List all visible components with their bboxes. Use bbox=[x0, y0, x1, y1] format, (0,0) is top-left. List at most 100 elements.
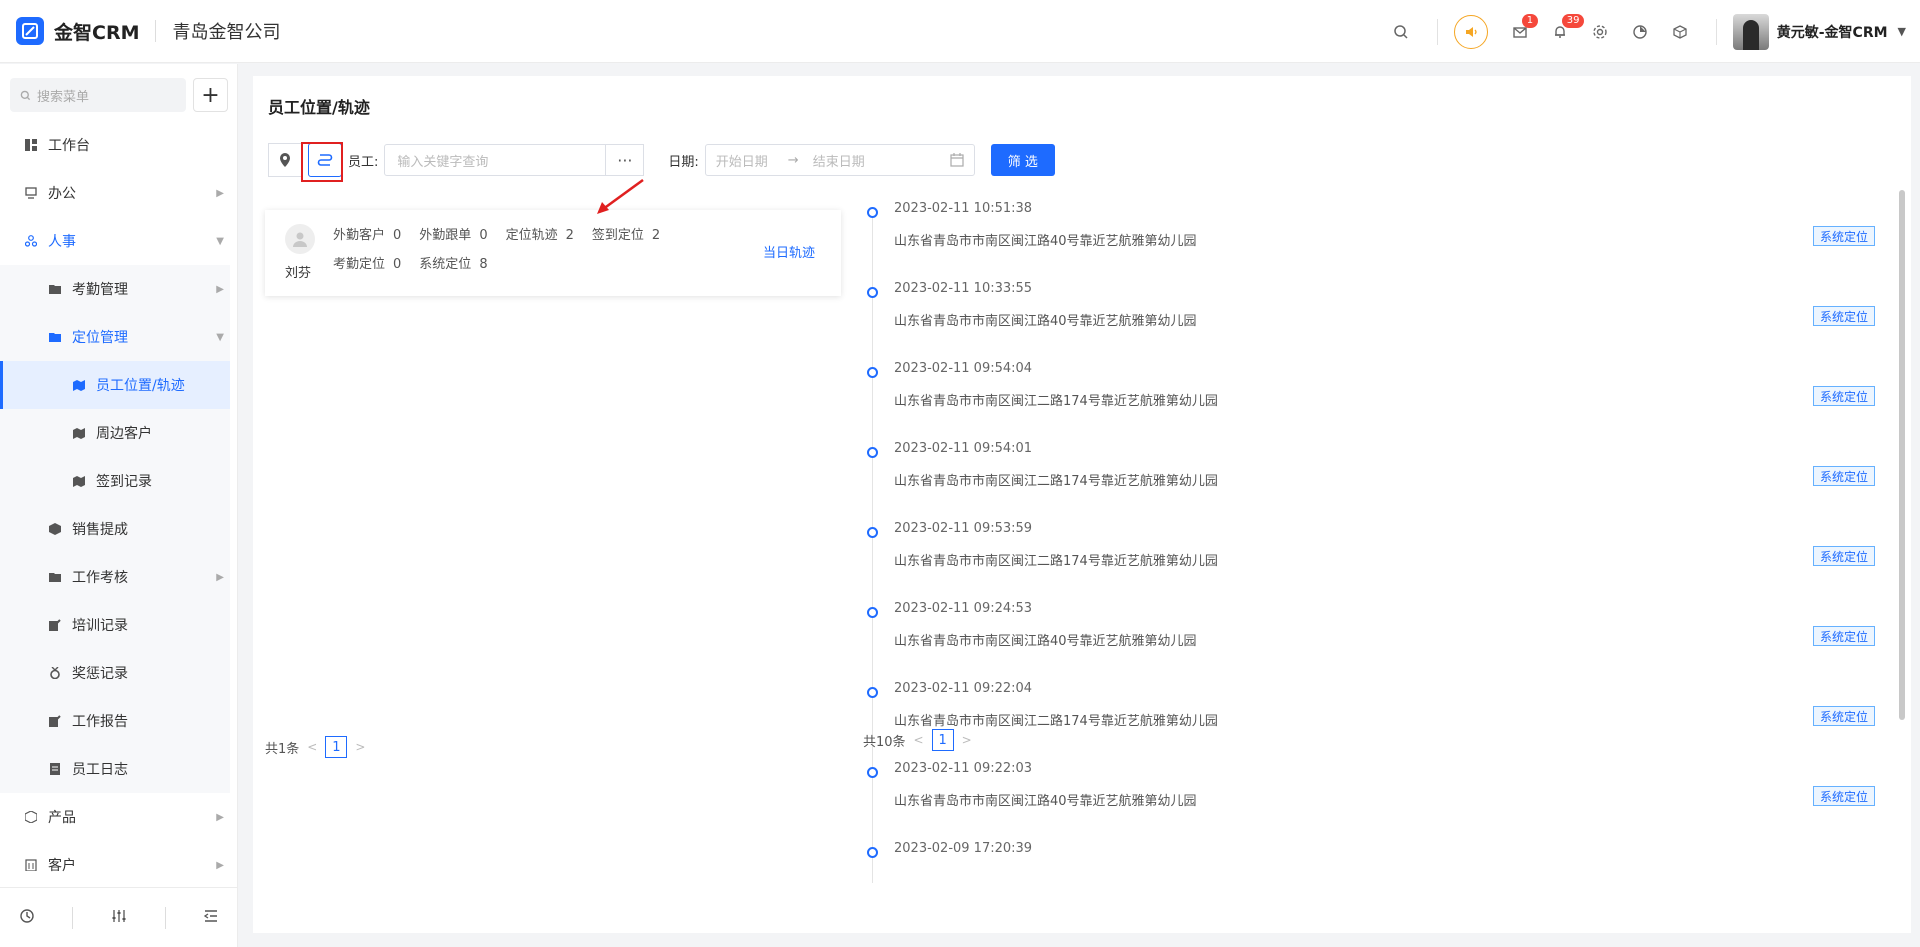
sidebar-item-work-report[interactable]: 工作报告 bbox=[0, 697, 230, 745]
location-pin-icon bbox=[280, 153, 290, 167]
sidebar-item-label: 工作考核 bbox=[72, 570, 128, 586]
timeline-item: 2023-02-11 09:54:01 山东省青岛市市南区闽江二路174号靠近艺… bbox=[863, 441, 1883, 521]
timeline-address: 山东省青岛市市南区闽江路40号靠近艺航雅第幼儿园 bbox=[894, 794, 1197, 809]
sidebar-item-work-assessment[interactable]: 工作考核 ▶ bbox=[0, 553, 230, 601]
page-number[interactable]: 1 bbox=[325, 736, 348, 758]
people-icon bbox=[24, 234, 38, 248]
history-icon[interactable] bbox=[19, 908, 35, 928]
company-name: 青岛金智公司 bbox=[172, 22, 281, 43]
menu-search-placeholder: 搜索菜单 bbox=[37, 89, 90, 105]
pie-chart-icon[interactable] bbox=[1620, 12, 1660, 52]
add-button[interactable]: + bbox=[193, 78, 228, 112]
brand-logo-icon[interactable] bbox=[16, 17, 44, 45]
user-avatar[interactable] bbox=[1732, 13, 1769, 50]
total-count: 共1条 bbox=[265, 741, 300, 757]
next-page-icon[interactable]: > bbox=[962, 733, 972, 747]
filter-button[interactable]: 筛 选 bbox=[990, 144, 1055, 176]
prev-page-icon[interactable]: < bbox=[307, 740, 317, 754]
sidebar-item-label: 工作报告 bbox=[72, 714, 128, 730]
footer-divider bbox=[72, 906, 74, 929]
track-timeline: 2023-02-11 10:51:38 山东省青岛市市南区闽江路40号靠近艺航雅… bbox=[863, 201, 1883, 883]
employee-card[interactable]: 刘芬 外勤客户 0 外勤跟单 0 定位轨迹 2 签到定位 2 考勤定位 0 系统定位 8 当… bbox=[265, 210, 841, 296]
map-icon bbox=[72, 426, 86, 440]
sidebar-item-reward-records[interactable]: 奖惩记录 bbox=[0, 649, 230, 697]
scrollbar[interactable] bbox=[1899, 190, 1905, 720]
timeline-time: 2023-02-11 10:51:38 bbox=[894, 201, 1033, 216]
collapse-menu-icon[interactable] bbox=[203, 908, 219, 928]
status-badge: 系统定位 bbox=[1813, 386, 1876, 406]
prev-page-icon[interactable]: < bbox=[914, 733, 924, 747]
sidebar-menu: 工作台 办公 ▶ 人事 ▼ 考勤管理 ▶ 定位管理 ▼ 员工位置/轨迹 周边客户… bbox=[0, 121, 230, 889]
cube-icon bbox=[48, 522, 62, 536]
timeline-address: 山东省青岛市市南区闽江路40号靠近艺航雅第幼儿园 bbox=[894, 634, 1197, 649]
sidebar-item-label: 周边客户 bbox=[96, 426, 152, 442]
timeline-dot bbox=[867, 527, 878, 538]
timeline-dot bbox=[867, 847, 878, 858]
timeline-item: 2023-02-11 10:51:38 山东省青岛市市南区闽江路40号靠近艺航雅… bbox=[863, 201, 1883, 281]
message-icon[interactable]: 1 bbox=[1500, 12, 1540, 52]
sidebar-item-label: 定位管理 bbox=[72, 330, 128, 346]
sidebar-item-label: 员工日志 bbox=[72, 762, 128, 778]
timeline-dot bbox=[867, 607, 878, 618]
date-range-picker[interactable]: 开始日期 → 结束日期 bbox=[704, 144, 975, 176]
map-icon bbox=[72, 474, 86, 488]
timeline-time: 2023-02-11 09:53:59 bbox=[894, 521, 1033, 536]
next-page-icon[interactable]: > bbox=[355, 740, 365, 754]
right-pagination: 共10条 < 1 > bbox=[863, 729, 980, 751]
date-label: 日期: bbox=[668, 154, 699, 170]
sidebar-item-label: 员工位置/轨迹 bbox=[96, 378, 185, 394]
timeline-address: 山东省青岛市市南区闽江二路174号靠近艺航雅第幼儿园 bbox=[894, 394, 1218, 409]
sidebar-item-employee-log[interactable]: 员工日志 bbox=[0, 745, 230, 793]
bell-icon[interactable]: 39 bbox=[1540, 12, 1585, 52]
sidebar-item-customers[interactable]: 客户 ▶ bbox=[0, 841, 230, 889]
map-icon bbox=[72, 378, 86, 392]
timeline-time: 2023-02-11 09:54:01 bbox=[894, 441, 1033, 456]
chevron-down-icon[interactable]: ▼ bbox=[1898, 25, 1906, 38]
status-badge: 系统定位 bbox=[1813, 306, 1876, 326]
sidebar-item-training-records[interactable]: 培训记录 bbox=[0, 601, 230, 649]
timeline-address: 山东省青岛市市南区闽江二路174号靠近艺航雅第幼儿园 bbox=[894, 554, 1218, 569]
top-header: 金智CRM 青岛金智公司 1 39 黄元敏-金智CRM ▼ bbox=[0, 0, 1920, 63]
employee-search-input[interactable]: 输入关键字查询 bbox=[384, 144, 607, 176]
timeline-item: 2023-02-11 09:24:53 山东省青岛市市南区闽江路40号靠近艺航雅… bbox=[863, 601, 1883, 681]
chevron-right-icon: ▶ bbox=[216, 283, 224, 295]
day-track-link[interactable]: 当日轨迹 bbox=[763, 242, 815, 261]
sidebar-item-workbench[interactable]: 工作台 bbox=[0, 121, 230, 169]
end-date-field[interactable]: 结束日期 bbox=[813, 151, 865, 170]
total-count: 共10条 bbox=[863, 734, 906, 750]
box-icon bbox=[24, 810, 38, 824]
announcement-speaker-icon[interactable] bbox=[1453, 14, 1488, 49]
timeline-item: 2023-02-11 09:22:04 山东省青岛市市南区闽江二路174号靠近艺… bbox=[863, 681, 1883, 761]
sidebar-item-label: 产品 bbox=[48, 810, 76, 826]
sidebar-item-label: 销售提成 bbox=[72, 522, 128, 538]
search-icon[interactable] bbox=[1381, 12, 1421, 52]
timeline-dot bbox=[867, 447, 878, 458]
employee-label: 员工: bbox=[348, 154, 379, 170]
sidebar-item-employee-track[interactable]: 员工位置/轨迹 bbox=[0, 361, 230, 409]
timeline-address: 山东省青岛市市南区闽江路40号靠近艺航雅第幼儿园 bbox=[894, 314, 1197, 329]
timeline-item: 2023-02-11 09:53:59 山东省青岛市市南区闽江二路174号靠近艺… bbox=[863, 521, 1883, 601]
sidebar-item-attendance[interactable]: 考勤管理 ▶ bbox=[0, 265, 230, 313]
sidebar-item-office[interactable]: 办公 ▶ bbox=[0, 169, 230, 217]
timeline-time: 2023-02-11 09:54:04 bbox=[894, 361, 1033, 376]
cube-icon[interactable] bbox=[1660, 12, 1700, 52]
sidebar-item-sales-commission[interactable]: 销售提成 bbox=[0, 505, 230, 553]
gear-icon[interactable] bbox=[1580, 12, 1620, 52]
timeline-address: 山东省青岛市市南区闽江二路174号靠近艺航雅第幼儿园 bbox=[894, 474, 1218, 489]
sidebar-item-hr[interactable]: 人事 ▼ bbox=[0, 217, 230, 265]
sidebar-item-checkin-records[interactable]: 签到记录 bbox=[0, 457, 230, 505]
user-name[interactable]: 黄元敏-金智CRM bbox=[1777, 22, 1888, 42]
sidebar-item-nearby-customers[interactable]: 周边客户 bbox=[0, 409, 230, 457]
sidebar-item-location[interactable]: 定位管理 ▼ bbox=[0, 313, 230, 361]
location-view-button[interactable] bbox=[268, 143, 302, 177]
calendar-icon bbox=[950, 153, 964, 171]
chevron-right-icon: ▶ bbox=[216, 811, 224, 823]
page-number[interactable]: 1 bbox=[931, 729, 954, 751]
menu-search-input[interactable]: 搜索菜单 bbox=[10, 78, 186, 112]
sidebar-item-products[interactable]: 产品 ▶ bbox=[0, 793, 230, 841]
header-toolbar: 1 39 黄元敏-金智CRM ▼ bbox=[1381, 0, 1920, 63]
settings-sliders-icon[interactable] bbox=[111, 908, 127, 928]
employee-stats: 外勤客户 0 外勤跟单 0 定位轨迹 2 签到定位 2 考勤定位 0 系统定位 8 bbox=[333, 224, 733, 282]
start-date-field[interactable]: 开始日期 bbox=[716, 151, 768, 170]
timeline-time: 2023-02-11 09:22:04 bbox=[894, 681, 1033, 696]
